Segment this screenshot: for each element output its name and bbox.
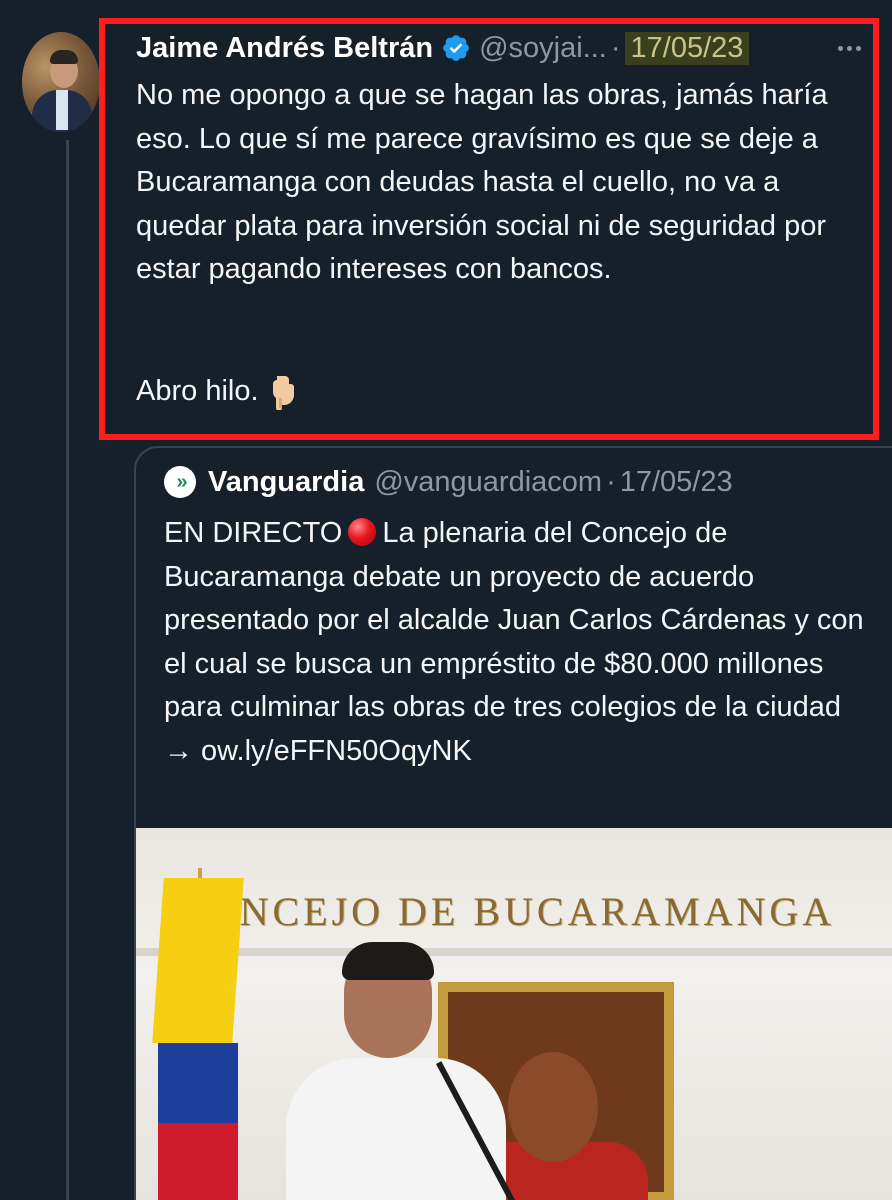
author-name[interactable]: Jaime Andrés Beltrán xyxy=(136,32,433,65)
quoted-tweet-header: » Vanguardia @vanguardiacom · 17/05/23 xyxy=(164,462,733,502)
backhand-index-pointing-down-icon xyxy=(272,375,294,410)
tweet-closing: Abro hilo. xyxy=(136,370,536,414)
red-circle-icon xyxy=(348,518,377,546)
verified-badge-icon xyxy=(443,35,469,61)
quoted-tweet-date[interactable]: 17/05/23 xyxy=(620,466,733,499)
tweet-header: Jaime Andrés Beltrán @soyjai... · 17/05/… xyxy=(136,30,750,66)
header-separator: · xyxy=(610,31,621,64)
quoted-tweet-text: EN DIRECTO La plenaria del Concejo de Buc… xyxy=(164,512,864,773)
tweet-date[interactable]: 17/05/23 xyxy=(624,31,750,65)
more-options-icon[interactable] xyxy=(838,36,878,60)
quoted-text-body: La plenaria del Concejo de Bucaramanga d… xyxy=(164,517,864,767)
quoted-author-name[interactable]: Vanguardia xyxy=(208,466,364,499)
quoted-author-handle[interactable]: @vanguardiacom xyxy=(374,466,602,499)
vanguardia-logo-icon: » xyxy=(164,466,196,498)
author-handle[interactable]: @soyjai... xyxy=(479,32,607,65)
quoted-separator: · xyxy=(606,465,616,498)
author-avatar[interactable] xyxy=(22,32,100,132)
thread-line xyxy=(66,140,69,1200)
colombia-flag xyxy=(152,868,244,1200)
concejo-wall-sign: CONCEJO DE BUCARAMANGA xyxy=(176,889,836,934)
quoted-tweet-image[interactable]: CONCEJO DE BUCARAMANGA xyxy=(136,828,892,1200)
quoted-text-prefix: EN DIRECTO xyxy=(164,517,343,549)
tweet-closing-text: Abro hilo. xyxy=(136,375,259,407)
tweet-text: No me opongo a que se hagan las obras, j… xyxy=(136,79,836,285)
